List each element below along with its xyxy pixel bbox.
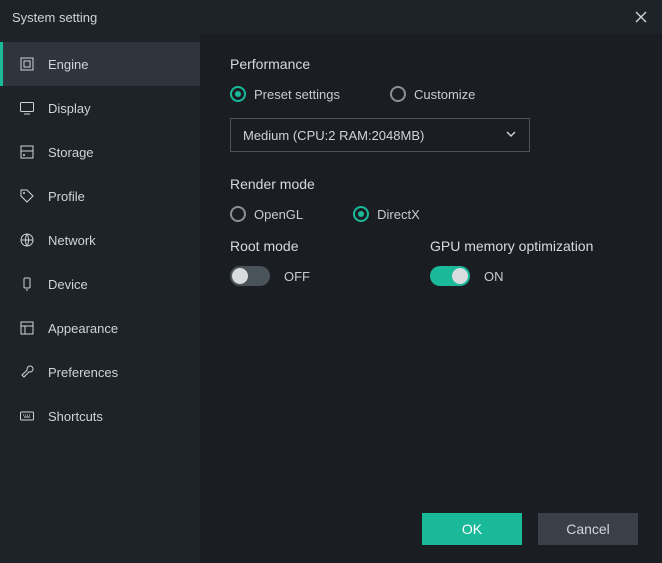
globe-icon [18,231,36,249]
radio-dot-icon [353,206,369,222]
sidebar: Engine Display Storage Profile Network D… [0,34,200,563]
radio-label: DirectX [377,207,420,222]
radio-label: Customize [414,87,475,102]
close-icon [635,11,647,23]
performance-radio-group: Preset settings Customize [230,86,475,102]
dropdown-value: Medium (CPU:2 RAM:2048MB) [243,128,424,143]
render-title: Render mode [230,176,632,192]
sidebar-item-shortcuts[interactable]: Shortcuts [0,394,200,438]
display-icon [18,99,36,117]
sidebar-item-label: Shortcuts [48,409,103,424]
toggle-knob-icon [232,268,248,284]
sidebar-item-display[interactable]: Display [0,86,200,130]
radio-dot-icon [390,86,406,102]
gpu-toggle-label: ON [484,269,504,284]
wrench-icon [18,363,36,381]
radio-label: OpenGL [254,207,303,222]
sidebar-item-label: Display [48,101,91,116]
ok-button[interactable]: OK [422,513,522,545]
root-title: Root mode [230,238,370,254]
toggle-knob-icon [452,268,468,284]
radio-label: Preset settings [254,87,340,102]
sidebar-item-appearance[interactable]: Appearance [0,306,200,350]
sidebar-item-label: Engine [48,57,88,72]
radio-directx[interactable]: DirectX [353,206,420,222]
chevron-down-icon [505,128,517,143]
sidebar-item-network[interactable]: Network [0,218,200,262]
root-toggle-label: OFF [284,269,310,284]
sidebar-item-label: Preferences [48,365,118,380]
sidebar-item-label: Appearance [48,321,118,336]
appearance-icon [18,319,36,337]
engine-icon [18,55,36,73]
sidebar-item-profile[interactable]: Profile [0,174,200,218]
sidebar-item-label: Storage [48,145,94,160]
radio-dot-icon [230,206,246,222]
radio-customize[interactable]: Customize [390,86,475,102]
sidebar-item-preferences[interactable]: Preferences [0,350,200,394]
performance-preset-dropdown[interactable]: Medium (CPU:2 RAM:2048MB) [230,118,530,152]
device-icon [18,275,36,293]
window-title: System setting [12,10,97,25]
radio-opengl[interactable]: OpenGL [230,206,303,222]
radio-preset-settings[interactable]: Preset settings [230,86,340,102]
sidebar-item-label: Profile [48,189,85,204]
root-mode-toggle[interactable] [230,266,270,286]
main-panel: Performance Preset settings Customize Me… [200,34,662,563]
sidebar-item-engine[interactable]: Engine [0,42,200,86]
keyboard-icon [18,407,36,425]
storage-icon [18,143,36,161]
gpu-optimization-toggle[interactable] [430,266,470,286]
render-radio-group: OpenGL DirectX [230,206,420,222]
radio-dot-icon [230,86,246,102]
tag-icon [18,187,36,205]
performance-title: Performance [230,56,632,72]
cancel-button[interactable]: Cancel [538,513,638,545]
footer: OK Cancel [422,513,638,545]
sidebar-item-label: Device [48,277,88,292]
close-button[interactable] [632,8,650,26]
sidebar-item-device[interactable]: Device [0,262,200,306]
sidebar-item-storage[interactable]: Storage [0,130,200,174]
titlebar: System setting [0,0,662,34]
gpu-title: GPU memory optimization [430,238,593,254]
sidebar-item-label: Network [48,233,96,248]
